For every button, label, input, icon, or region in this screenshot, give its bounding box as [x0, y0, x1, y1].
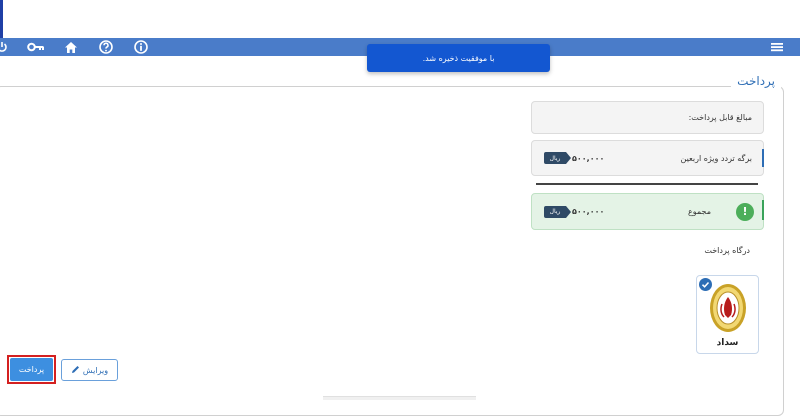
total-currency-tag: ریال [544, 205, 571, 218]
total-amount: ۵۰۰,۰۰۰ [572, 207, 605, 216]
left-accent-bar [0, 0, 3, 38]
success-toast: با موفقیت ذخیره شد. [367, 44, 550, 72]
payable-amounts-header: مبالغ قابل پرداخت: [531, 101, 764, 134]
home-icon[interactable] [63, 39, 79, 55]
payment-item-row: برگه تردد ویژه اربعین ۵۰۰,۰۰۰ ریال [531, 140, 764, 176]
payment-panel-title: پرداخت [731, 74, 781, 88]
power-icon[interactable] [0, 39, 8, 55]
key-icon[interactable] [27, 39, 45, 55]
item-accent [762, 149, 764, 167]
pencil-icon [71, 365, 80, 376]
bank-logo-icon [710, 284, 746, 332]
top-strip [0, 0, 800, 38]
menu-icon[interactable] [769, 39, 785, 55]
item-currency-tag: ریال [544, 152, 571, 164]
pay-button[interactable]: پرداخت [10, 358, 53, 381]
item-amount: ۵۰۰,۰۰۰ [572, 153, 605, 163]
edit-label: ویرایش [82, 365, 109, 375]
total-accent [762, 200, 764, 220]
total-divider [536, 183, 758, 185]
toast-message: با موفقیت ذخیره شد. [422, 53, 495, 63]
info-icon[interactable] [133, 39, 149, 55]
item-label: برگه تردد ویژه اربعین [680, 153, 752, 163]
exclamation-icon: ! [736, 202, 754, 221]
payable-amounts-label: مبالغ قابل پرداخت: [688, 113, 752, 122]
bottom-scroll-bar [323, 396, 476, 400]
gateway-section-title: درگاه پرداخت [704, 246, 750, 255]
help-icon[interactable] [98, 39, 114, 55]
gateway-option-sadad[interactable]: سداد [696, 275, 759, 354]
edit-button[interactable]: ویرایش [61, 359, 118, 381]
total-label: مجموع [688, 207, 711, 216]
pay-label: پرداخت [18, 365, 45, 374]
total-row: ! مجموع ۵۰۰,۰۰۰ ریال [531, 193, 764, 230]
gateway-name: سداد [716, 338, 739, 348]
